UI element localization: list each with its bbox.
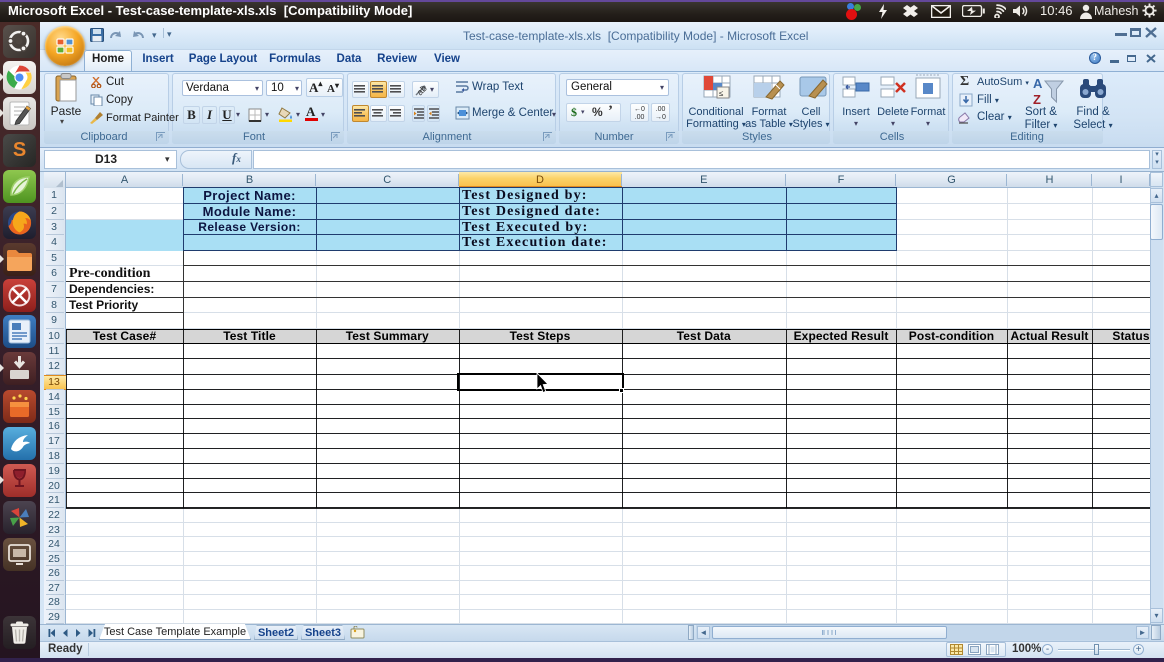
svg-text:Z: Z — [1033, 92, 1041, 106]
svg-text:ab: ab — [415, 83, 429, 96]
svg-text:A: A — [1033, 76, 1043, 91]
svg-text:≤: ≤ — [719, 89, 724, 98]
